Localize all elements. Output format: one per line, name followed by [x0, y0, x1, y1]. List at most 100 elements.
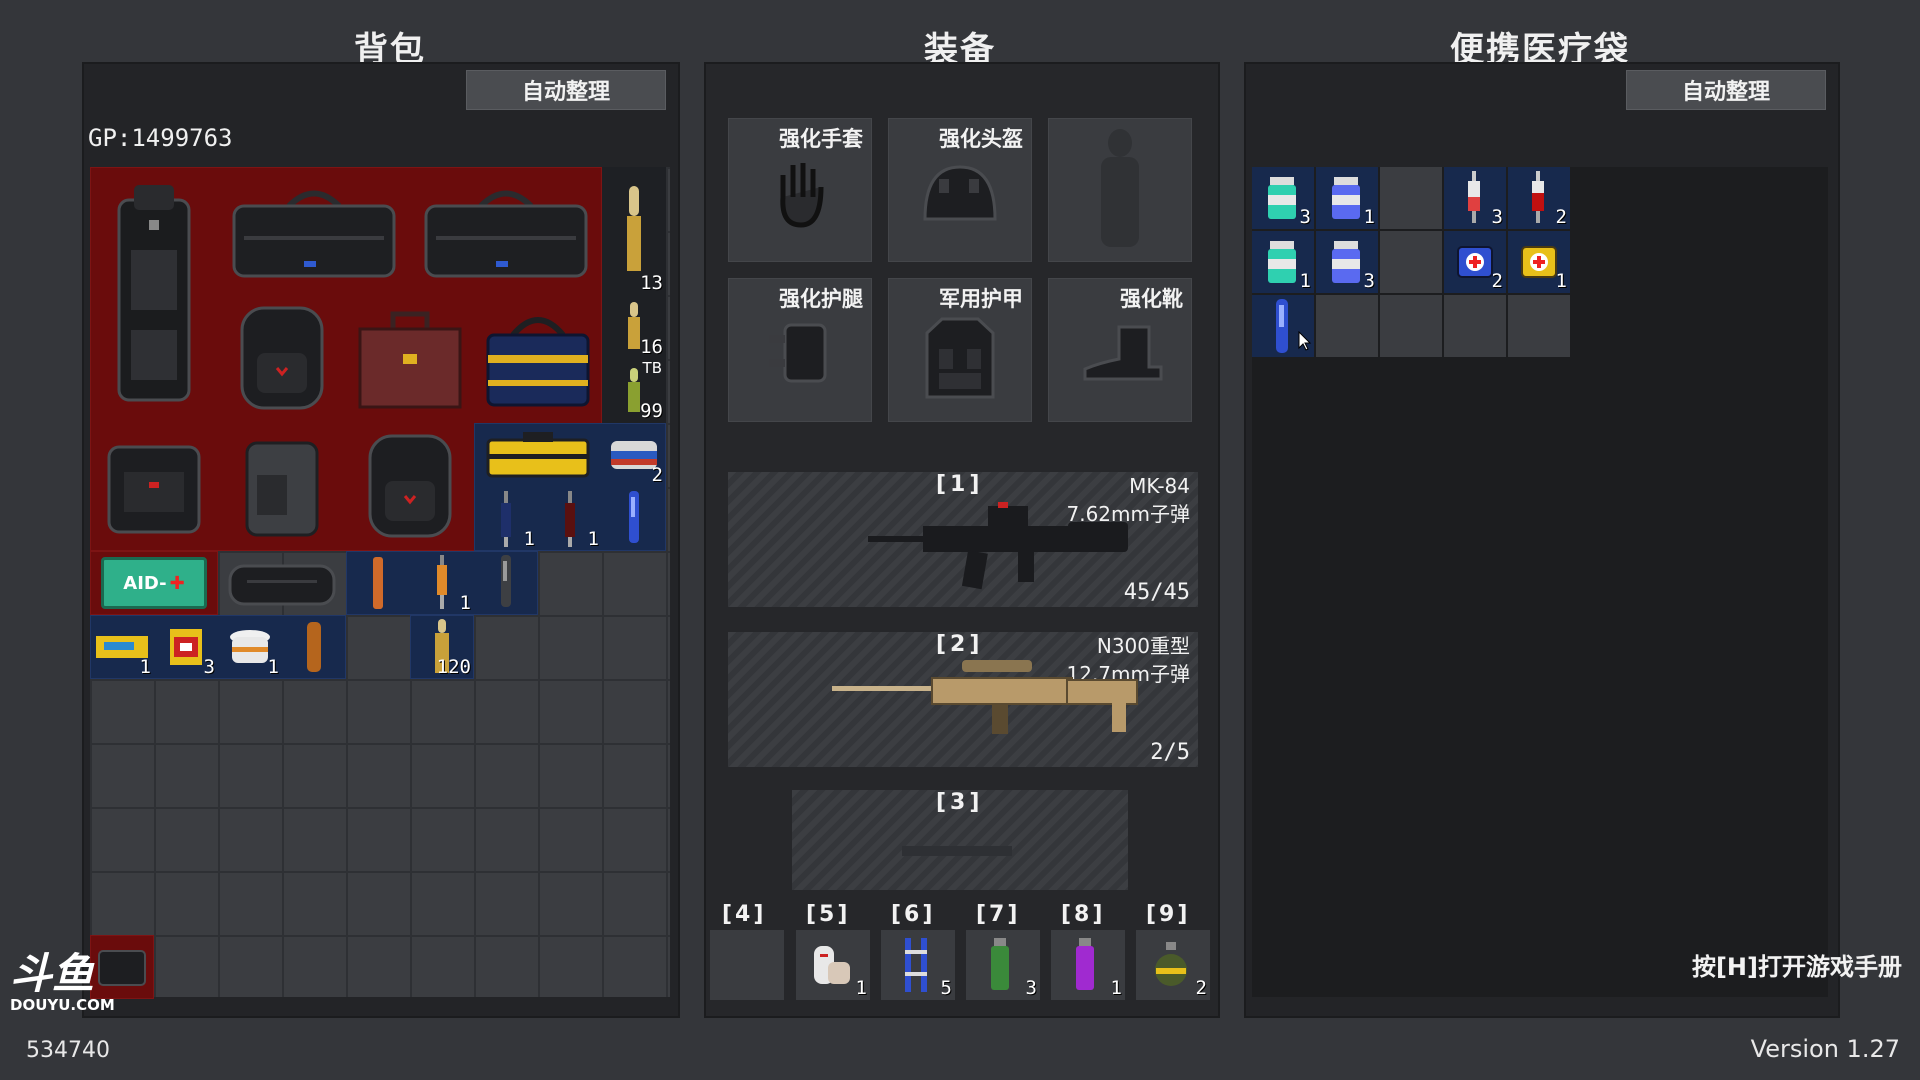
pill-bottle-icon — [1332, 177, 1360, 219]
logo-text: 斗鱼 — [10, 949, 95, 998]
empty-weapon-icon — [902, 846, 1012, 856]
med-slot[interactable]: 2 — [1444, 231, 1506, 293]
medkit-item[interactable]: AID- ✚ — [90, 551, 218, 615]
splint-icon — [905, 938, 927, 992]
quick-slot-number: [7] — [976, 902, 1021, 927]
med-slot-empty[interactable] — [1380, 231, 1442, 293]
ammo-tag: TB — [642, 359, 662, 377]
tactical-backpack-item[interactable] — [98, 175, 210, 415]
med-slot[interactable]: 3 — [1444, 167, 1506, 229]
med-slot[interactable]: 3 — [1252, 167, 1314, 229]
glove-icon — [780, 163, 824, 228]
med-slot-empty[interactable] — [1316, 295, 1378, 357]
weapon-slot-2[interactable]: [2] N300重型 12.7mm子弹 2/5 — [728, 632, 1198, 767]
knee-pad-icon — [769, 323, 827, 383]
item-count: 3 — [1491, 206, 1503, 228]
syringe-icon — [1532, 171, 1544, 223]
grey-pen-item[interactable] — [474, 551, 538, 615]
toolbox-item[interactable] — [474, 423, 602, 487]
duffel-bag-item[interactable] — [226, 175, 402, 287]
item-count: 1 — [523, 528, 535, 550]
item-count: 3 — [1025, 977, 1037, 999]
item-count: 2 — [1555, 206, 1567, 228]
med-slot[interactable]: 1 — [1316, 167, 1378, 229]
helmet-slot[interactable]: 强化头盔 — [888, 118, 1032, 262]
weapon-slot-1[interactable]: [1] MK-84 7.62mm子弹 45/45 — [728, 472, 1198, 607]
quick-slot-6[interactable]: 5 — [881, 930, 955, 1000]
item-count: 1 — [1299, 270, 1311, 292]
large-ammo-item[interactable]: 120 — [410, 615, 474, 679]
smoke-grenade-icon — [991, 938, 1009, 990]
med-slot[interactable]: 1 — [1252, 231, 1314, 293]
hard-case-item[interactable] — [98, 431, 210, 543]
weapon-ammo-count: 45/45 — [1123, 580, 1190, 605]
med-bag-auto-sort-button[interactable]: 自动整理 — [1626, 70, 1826, 110]
syringe-item[interactable]: 1 — [410, 551, 474, 615]
quick-slot-9[interactable]: 2 — [1136, 930, 1210, 1000]
gloves-slot[interactable]: 强化手套 — [728, 118, 872, 262]
empty-body-slot[interactable] — [1048, 118, 1192, 262]
medkit-label: AID- ✚ — [101, 557, 207, 609]
rifle-ammo-item[interactable]: 13 — [602, 167, 666, 295]
quick-slot-5[interactable]: 1 — [796, 930, 870, 1000]
duffel-bag-item-2[interactable] — [418, 175, 594, 287]
quick-slot-number: [6] — [891, 902, 936, 927]
bandage-icon — [814, 946, 850, 984]
flare-item[interactable] — [346, 551, 410, 615]
quick-slot-number: [8] — [1061, 902, 1106, 927]
version-label: Version 1.27 — [1750, 1035, 1900, 1063]
item-count: 1 — [1110, 977, 1122, 999]
med-bag-grid[interactable]: 3 1 3 2 1 3 2 1 — [1252, 167, 1828, 997]
backpack-auto-sort-button[interactable]: 自动整理 — [466, 70, 666, 110]
rifle-icon — [868, 502, 1128, 590]
armor-slot[interactable]: 军用护甲 — [888, 278, 1032, 422]
item-count: 99 — [640, 400, 663, 422]
med-slot-empty[interactable] — [1380, 167, 1442, 229]
injector-item-2[interactable]: 1 — [538, 487, 602, 551]
combat-backpack-item[interactable] — [354, 423, 466, 543]
med-slot[interactable]: 1 — [1508, 231, 1570, 293]
gp-balance: GP:1499763 — [88, 124, 233, 152]
med-slot[interactable]: 2 — [1508, 167, 1570, 229]
item-count: 1 — [587, 528, 599, 550]
med-slot-empty[interactable] — [1380, 295, 1442, 357]
pen-injector-item[interactable] — [602, 487, 666, 551]
weapon-slot-3[interactable]: [3] — [792, 790, 1128, 890]
med-slot-empty[interactable] — [1444, 295, 1506, 357]
vest-icon — [925, 317, 995, 399]
item-count: 1 — [1555, 270, 1567, 292]
tool-bag-item[interactable] — [482, 295, 594, 415]
med-slot[interactable]: 3 — [1316, 231, 1378, 293]
injector-item[interactable]: 1 — [474, 487, 538, 551]
backpack-item[interactable] — [226, 295, 338, 415]
douyu-logo: 斗鱼 DOUYU.COM — [10, 949, 125, 1015]
first-aid-kit-icon — [1521, 246, 1557, 278]
item-count: 3 — [1363, 270, 1375, 292]
quick-slot-4[interactable] — [710, 930, 784, 1000]
briefcase-item[interactable] — [354, 303, 466, 415]
ration-can-item[interactable]: 2 — [602, 423, 666, 487]
noodle-cup-item[interactable]: 1 — [218, 615, 282, 679]
item-count: 2 — [651, 464, 663, 486]
helmet-icon — [923, 165, 997, 221]
med-slot-empty[interactable] — [1508, 295, 1570, 357]
waist-pack-item[interactable] — [218, 551, 346, 615]
ammo-item-2[interactable]: TB 99 — [602, 359, 666, 423]
pill-bottle-icon — [1268, 241, 1296, 283]
quick-slot-7[interactable]: 3 — [966, 930, 1040, 1000]
leg-guards-slot[interactable]: 强化护腿 — [728, 278, 872, 422]
cursor-icon — [1298, 331, 1312, 351]
med-slot[interactable] — [1252, 295, 1314, 357]
quick-slot-number: [4] — [722, 902, 767, 927]
item-count: 5 — [940, 977, 952, 999]
boots-slot[interactable]: 强化靴 — [1048, 278, 1192, 422]
energy-bar-item[interactable]: 1 — [90, 615, 154, 679]
quick-slot-8[interactable]: 1 — [1051, 930, 1125, 1000]
sausage-item[interactable] — [282, 615, 346, 679]
ration-box-item[interactable]: 3 — [154, 615, 218, 679]
leg-guards-label: 强化护腿 — [779, 287, 863, 311]
ammo-item[interactable]: 16 — [602, 295, 666, 359]
pill-bottle-icon — [1332, 241, 1360, 283]
backpack-grid[interactable]: 13 16 TB 99 2 1 1 AID- ✚ 1 1 3 1 120 — [90, 167, 670, 999]
grey-backpack-item[interactable] — [226, 431, 338, 543]
